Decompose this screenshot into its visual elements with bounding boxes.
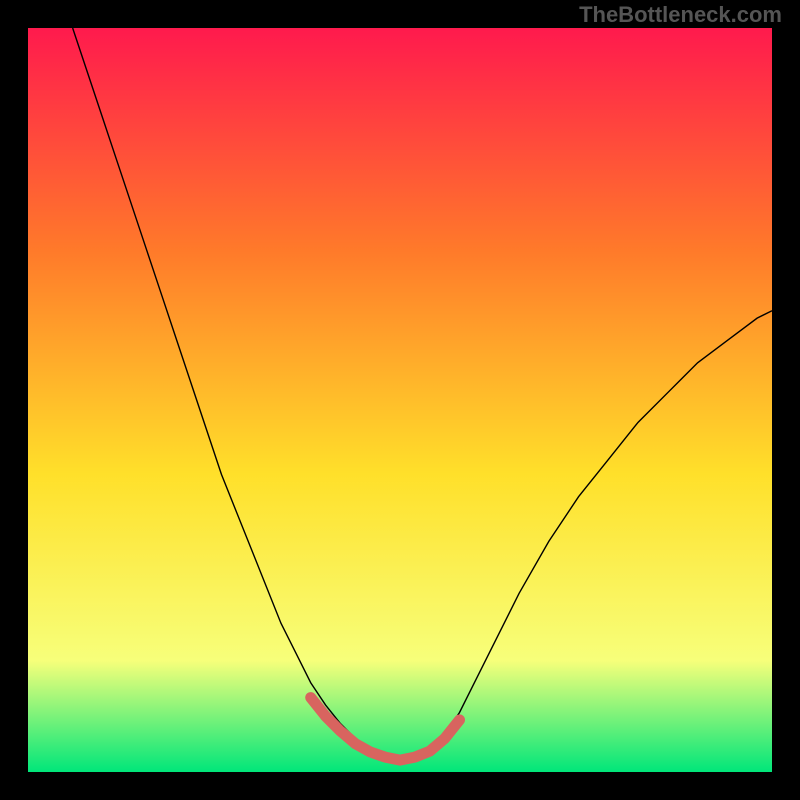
chart-svg (28, 28, 772, 772)
plot-area (28, 28, 772, 772)
watermark-text: TheBottleneck.com (579, 2, 782, 28)
chart-container: TheBottleneck.com (0, 0, 800, 800)
